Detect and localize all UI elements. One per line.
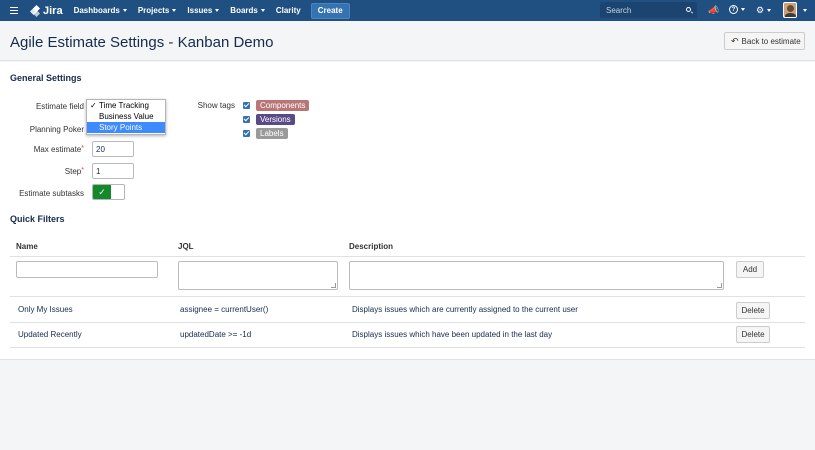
max-estimate-label: Max estimate* bbox=[4, 145, 84, 154]
page-header: Agile Estimate Settings - Kanban Demo ↶ … bbox=[0, 21, 815, 61]
new-filter-jql-input[interactable] bbox=[178, 261, 338, 290]
nav-projects[interactable]: Projects bbox=[138, 6, 177, 15]
logo-text: Jira bbox=[43, 4, 63, 17]
table-divider bbox=[10, 347, 805, 348]
avatar-menu[interactable] bbox=[800, 9, 807, 12]
back-arrow-icon: ↶ bbox=[731, 35, 739, 46]
help-menu[interactable]: ? bbox=[729, 5, 745, 14]
jira-logo-icon bbox=[29, 4, 41, 17]
nav-boards-label: Boards bbox=[230, 6, 258, 15]
nav-clarity[interactable]: Clarity bbox=[276, 6, 301, 15]
dropdown-option-story-points[interactable]: Story Points bbox=[87, 122, 165, 133]
jira-logo[interactable]: Jira bbox=[29, 4, 63, 17]
components-tag: Components bbox=[256, 100, 310, 111]
dropdown-option-label: Story Points bbox=[99, 123, 143, 132]
chevron-down-icon bbox=[767, 8, 772, 12]
general-settings-title: General Settings bbox=[10, 73, 82, 83]
filter-jql: updatedDate >= -1d bbox=[180, 330, 252, 339]
estimate-subtasks-label: Estimate subtasks bbox=[19, 189, 84, 198]
delete-filter-button[interactable]: Delete bbox=[736, 302, 770, 319]
filter-name: Only My Issues bbox=[18, 305, 73, 314]
labels-tag: Labels bbox=[256, 128, 288, 139]
filter-description: Displays issues which are currently assi… bbox=[352, 305, 578, 314]
back-to-estimate-label: Back to estimate bbox=[741, 36, 801, 46]
back-to-estimate-button[interactable]: ↶ Back to estimate bbox=[724, 32, 805, 50]
tag-components[interactable]: Components bbox=[243, 100, 310, 111]
nav-dashboards-label: Dashboards bbox=[73, 6, 120, 15]
chevron-down-icon bbox=[172, 9, 177, 12]
filter-name: Updated Recently bbox=[18, 330, 82, 339]
chevron-down-icon bbox=[215, 9, 220, 12]
labels-checkbox[interactable] bbox=[243, 130, 250, 137]
search-input[interactable]: Search bbox=[600, 2, 697, 18]
chevron-down-icon bbox=[260, 9, 265, 12]
quick-filters-title: Quick Filters bbox=[10, 214, 65, 224]
tag-versions[interactable]: Versions bbox=[243, 114, 295, 125]
search-icon bbox=[686, 7, 691, 12]
check-icon: ✓ bbox=[93, 185, 111, 199]
menu-icon[interactable] bbox=[10, 7, 18, 14]
chevron-down-icon bbox=[741, 8, 745, 11]
page-title: Agile Estimate Settings - Kanban Demo bbox=[10, 34, 274, 51]
filter-jql: assignee = currentUser() bbox=[180, 305, 269, 314]
dropdown-option-label: Business Value bbox=[99, 112, 154, 121]
notifications-icon[interactable]: 📣 bbox=[708, 5, 719, 15]
estimate-field-label: Estimate field bbox=[35, 102, 84, 111]
nav-issues[interactable]: Issues bbox=[187, 6, 220, 15]
required-mark: * bbox=[81, 145, 84, 152]
create-button[interactable]: Create bbox=[310, 2, 350, 19]
column-name: Name bbox=[16, 242, 38, 251]
resize-handle[interactable] bbox=[717, 283, 722, 288]
versions-tag: Versions bbox=[256, 114, 295, 125]
nav-issues-label: Issues bbox=[187, 6, 213, 15]
show-tags-label: Show tags bbox=[197, 101, 235, 110]
max-estimate-text: Max estimate bbox=[33, 145, 82, 154]
chevron-down-icon bbox=[122, 9, 127, 12]
resize-handle[interactable] bbox=[331, 283, 336, 288]
components-checkbox[interactable] bbox=[243, 102, 250, 109]
dropdown-option-time-tracking[interactable]: ✓ Time Tracking bbox=[87, 100, 165, 111]
planning-poker-label: Planning Poker bbox=[29, 125, 84, 134]
table-divider bbox=[10, 256, 805, 257]
settings-content: General Settings Estimate field Planning… bbox=[0, 62, 815, 360]
nav-projects-label: Projects bbox=[137, 6, 170, 15]
step-input[interactable]: 1 bbox=[92, 163, 134, 179]
versions-checkbox[interactable] bbox=[243, 116, 250, 123]
check-icon: ✓ bbox=[90, 101, 97, 110]
table-divider bbox=[10, 296, 805, 297]
gear-icon: ⚙ bbox=[756, 5, 765, 15]
tag-labels[interactable]: Labels bbox=[243, 128, 288, 139]
delete-filter-button[interactable]: Delete bbox=[736, 326, 770, 343]
add-filter-button[interactable]: Add bbox=[736, 261, 764, 278]
avatar[interactable] bbox=[783, 2, 797, 18]
new-filter-description-input[interactable] bbox=[349, 261, 724, 290]
nav-dashboards[interactable]: Dashboards bbox=[74, 6, 127, 15]
chevron-down-icon bbox=[803, 9, 807, 12]
nav-boards[interactable]: Boards bbox=[230, 6, 265, 15]
dropdown-option-label: Time Tracking bbox=[99, 101, 149, 110]
column-description: Description bbox=[349, 242, 394, 251]
filter-description: Displays issues which have been updated … bbox=[352, 330, 553, 339]
column-jql: JQL bbox=[178, 242, 194, 251]
dropdown-option-business-value[interactable]: Business Value bbox=[87, 111, 165, 122]
required-mark: * bbox=[81, 167, 84, 174]
new-filter-name-input[interactable] bbox=[16, 261, 158, 278]
max-estimate-input[interactable]: 20 bbox=[92, 141, 134, 157]
estimate-field-dropdown[interactable]: ✓ Time Tracking Business Value Story Poin… bbox=[86, 99, 166, 135]
help-icon: ? bbox=[729, 5, 738, 14]
estimate-subtasks-toggle[interactable]: ✓ bbox=[92, 184, 125, 200]
step-label: Step* bbox=[4, 167, 84, 176]
settings-menu[interactable]: ⚙ bbox=[756, 5, 772, 15]
search-placeholder: Search bbox=[606, 5, 632, 15]
table-divider bbox=[10, 322, 805, 323]
step-text: Step bbox=[64, 167, 82, 176]
